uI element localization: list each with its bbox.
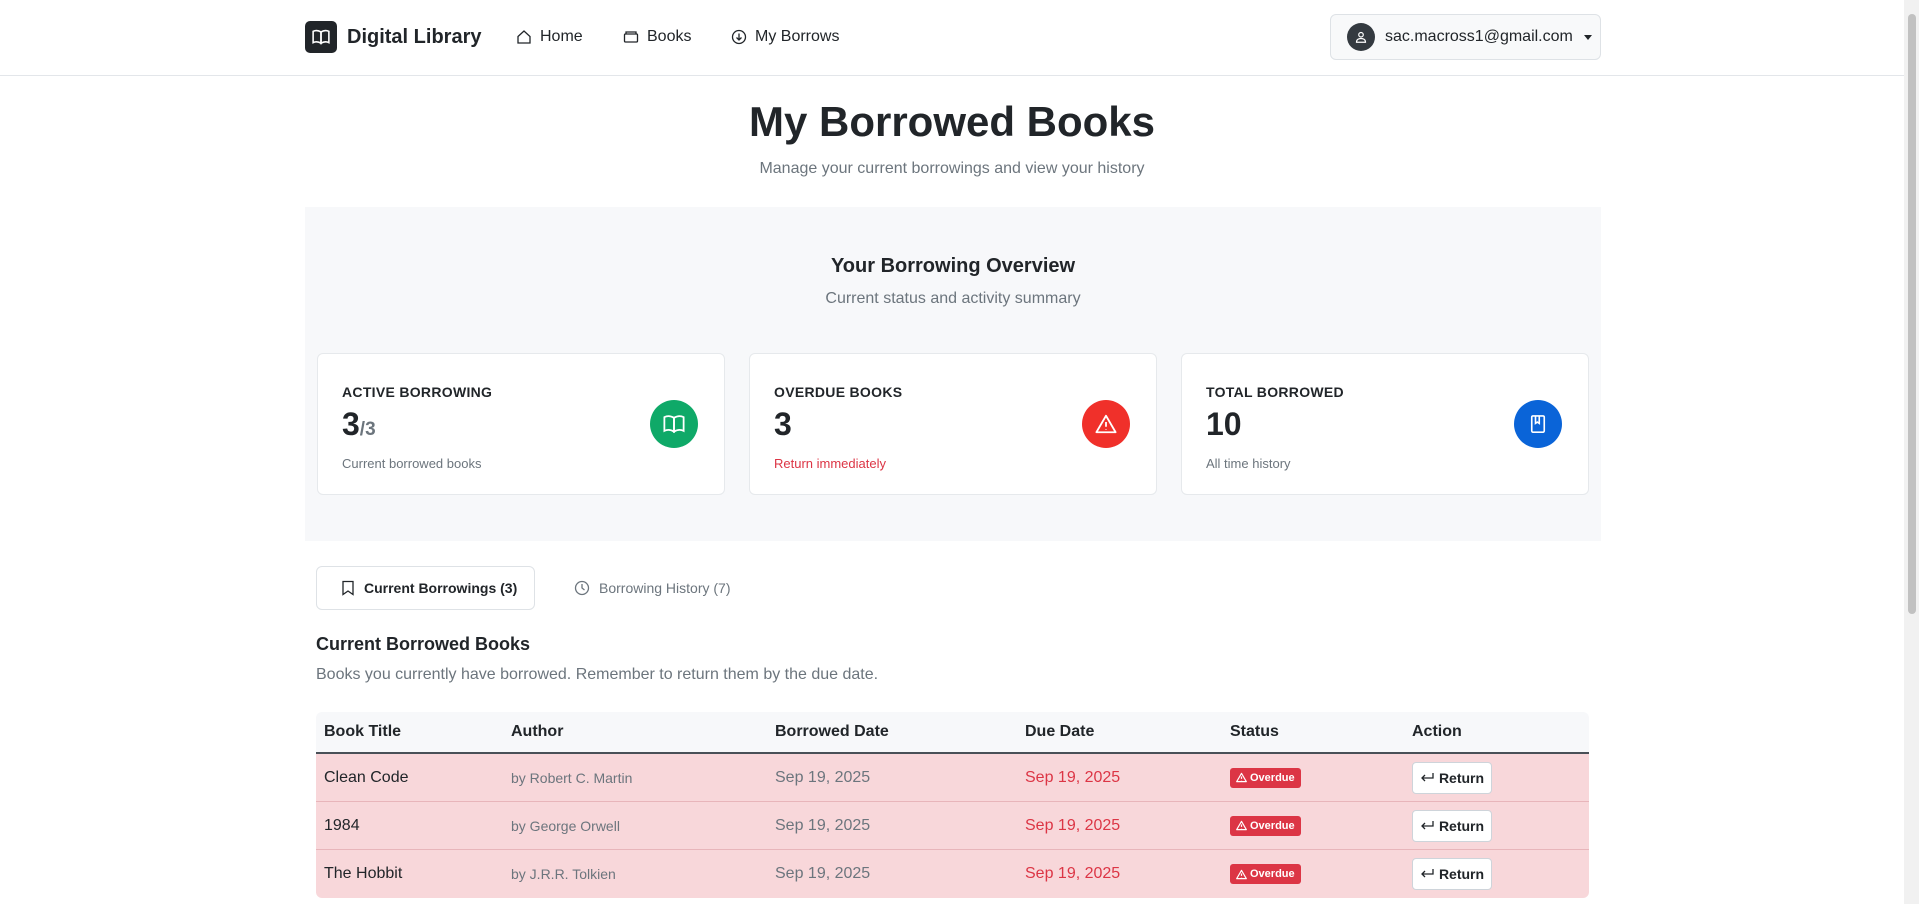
stat-card-overdue: OVERDUE BOOKS 3 Return immediately	[749, 353, 1157, 495]
tab-borrowing-history[interactable]: Borrowing History (7)	[550, 566, 730, 610]
return-button[interactable]: Return	[1412, 809, 1492, 842]
status-cell: Overdue	[1230, 850, 1301, 898]
return-label: Return	[1438, 769, 1485, 786]
nav-my-borrows-label: My Borrows	[755, 28, 840, 45]
status-badge: Overdue	[1230, 767, 1301, 788]
card-note: Return immediately	[774, 456, 886, 471]
borrowed-date: Sep 19, 2025	[775, 768, 871, 786]
status-label: Overdue	[1250, 771, 1295, 784]
tab-label: Borrowing History (7)	[599, 580, 731, 596]
return-arrow-icon	[1421, 869, 1434, 878]
column-header-author: Author	[511, 723, 564, 740]
return-button[interactable]: Return	[1412, 858, 1492, 890]
borrowings-table: Book Title Author Borrowed Date Due Date…	[316, 712, 1589, 898]
book-title: 1984	[324, 816, 360, 834]
column-header-action: Action	[1412, 723, 1462, 740]
card-value-suffix: /3	[359, 419, 376, 440]
action-cell: Return	[1412, 802, 1492, 849]
book-author: by George Orwell	[511, 817, 620, 834]
brand-link[interactable]: Digital Library	[305, 21, 481, 53]
table-row: The Hobbit by J.R.R. Tolkien Sep 19, 202…	[316, 850, 1589, 898]
card-label: ACTIVE BORROWING	[342, 384, 493, 400]
book-open-icon	[650, 400, 698, 448]
borrowing-overview: Your Borrowing Overview Current status a…	[305, 207, 1601, 541]
due-date: Sep 19, 2025	[1025, 865, 1121, 882]
card-value: 3/3	[342, 406, 376, 443]
card-label: TOTAL BORROWED	[1206, 384, 1344, 400]
action-cell: Return	[1412, 754, 1492, 801]
nav-books[interactable]: Books	[623, 26, 691, 48]
borrowed-date: Sep 19, 2025	[775, 865, 871, 882]
user-email: sac.macross1@gmail.com	[1385, 28, 1573, 45]
section-subtitle: Books you currently have borrowed. Remem…	[316, 666, 879, 683]
card-label: OVERDUE BOOKS	[774, 384, 903, 400]
table-row: 1984 by George Orwell Sep 19, 2025 Sep 1…	[316, 802, 1589, 850]
book-author: by Robert C. Martin	[511, 769, 633, 786]
page-subtitle: Manage your current borrowings and view …	[759, 160, 1145, 177]
column-header-due: Due Date	[1025, 723, 1095, 740]
due-date: Sep 19, 2025	[1025, 768, 1121, 786]
book-title: The Hobbit	[324, 865, 403, 882]
book-author: by J.R.R. Tolkien	[511, 866, 616, 882]
status-label: Overdue	[1250, 819, 1295, 832]
warning-icon	[1236, 820, 1247, 831]
borrowed-date: Sep 19, 2025	[775, 816, 871, 834]
status-cell: Overdue	[1230, 802, 1301, 849]
warning-icon	[1082, 400, 1130, 448]
download-circle-icon	[731, 29, 747, 45]
card-note: Current borrowed books	[342, 456, 482, 471]
status-badge: Overdue	[1230, 864, 1301, 884]
books-icon	[623, 31, 639, 43]
warning-icon	[1236, 772, 1247, 783]
due-date: Sep 19, 2025	[1025, 816, 1121, 834]
status-cell: Overdue	[1230, 754, 1301, 801]
card-value-number: 10	[1206, 406, 1242, 442]
return-arrow-icon	[1421, 772, 1434, 781]
return-label: Return	[1438, 817, 1485, 834]
status-badge: Overdue	[1230, 815, 1301, 836]
return-label: Return	[1438, 866, 1485, 882]
column-header-borrowed: Borrowed Date	[775, 723, 889, 740]
status-label: Overdue	[1250, 868, 1295, 880]
section-title: Current Borrowed Books	[316, 634, 531, 654]
bookmark-icon	[342, 580, 354, 596]
brand-name: Digital Library	[347, 25, 482, 48]
navbar: Digital Library Home Books My Borrows sa…	[0, 0, 1904, 76]
journal-icon	[1514, 400, 1562, 448]
book-title: Clean Code	[324, 768, 409, 786]
tab-current-borrowings[interactable]: Current Borrowings (3)	[316, 566, 535, 610]
tab-label: Current Borrowings (3)	[364, 580, 518, 596]
return-arrow-icon	[1421, 820, 1434, 829]
card-value: 3	[774, 406, 792, 443]
nav-books-label: Books	[647, 28, 692, 45]
warning-icon	[1236, 869, 1247, 879]
table-row: Clean Code by Robert C. Martin Sep 19, 2…	[316, 754, 1589, 802]
user-menu-button[interactable]: sac.macross1@gmail.com	[1330, 14, 1601, 60]
user-avatar-icon	[1347, 23, 1375, 51]
card-value-number: 3	[342, 406, 360, 442]
overview-subtitle: Current status and activity summary	[825, 290, 1081, 307]
scrollbar-thumb[interactable]	[1908, 14, 1916, 614]
nav-home-label: Home	[540, 28, 583, 45]
book-logo-icon	[305, 21, 337, 53]
page-title: My Borrowed Books	[748, 98, 1156, 145]
action-cell: Return	[1412, 850, 1492, 898]
return-button[interactable]: Return	[1412, 761, 1492, 794]
card-value-number: 3	[774, 406, 792, 442]
nav-my-borrows[interactable]: My Borrows	[731, 26, 839, 48]
chevron-down-icon	[1583, 34, 1592, 40]
overview-title: Your Borrowing Overview	[830, 255, 1076, 277]
nav-home[interactable]: Home	[516, 26, 583, 48]
stat-card-active: ACTIVE BORROWING 3/3 Current borrowed bo…	[317, 353, 725, 495]
card-value: 10	[1206, 406, 1242, 443]
stat-card-total: TOTAL BORROWED 10 All time history	[1181, 353, 1589, 495]
home-icon	[517, 30, 531, 44]
page-scrollbar[interactable]	[1904, 0, 1919, 904]
card-note: All time history	[1206, 456, 1291, 471]
column-header-title: Book Title	[324, 723, 402, 740]
column-header-status: Status	[1230, 723, 1279, 740]
table-header-row: Book Title Author Borrowed Date Due Date…	[316, 712, 1589, 754]
clock-icon	[574, 580, 590, 596]
